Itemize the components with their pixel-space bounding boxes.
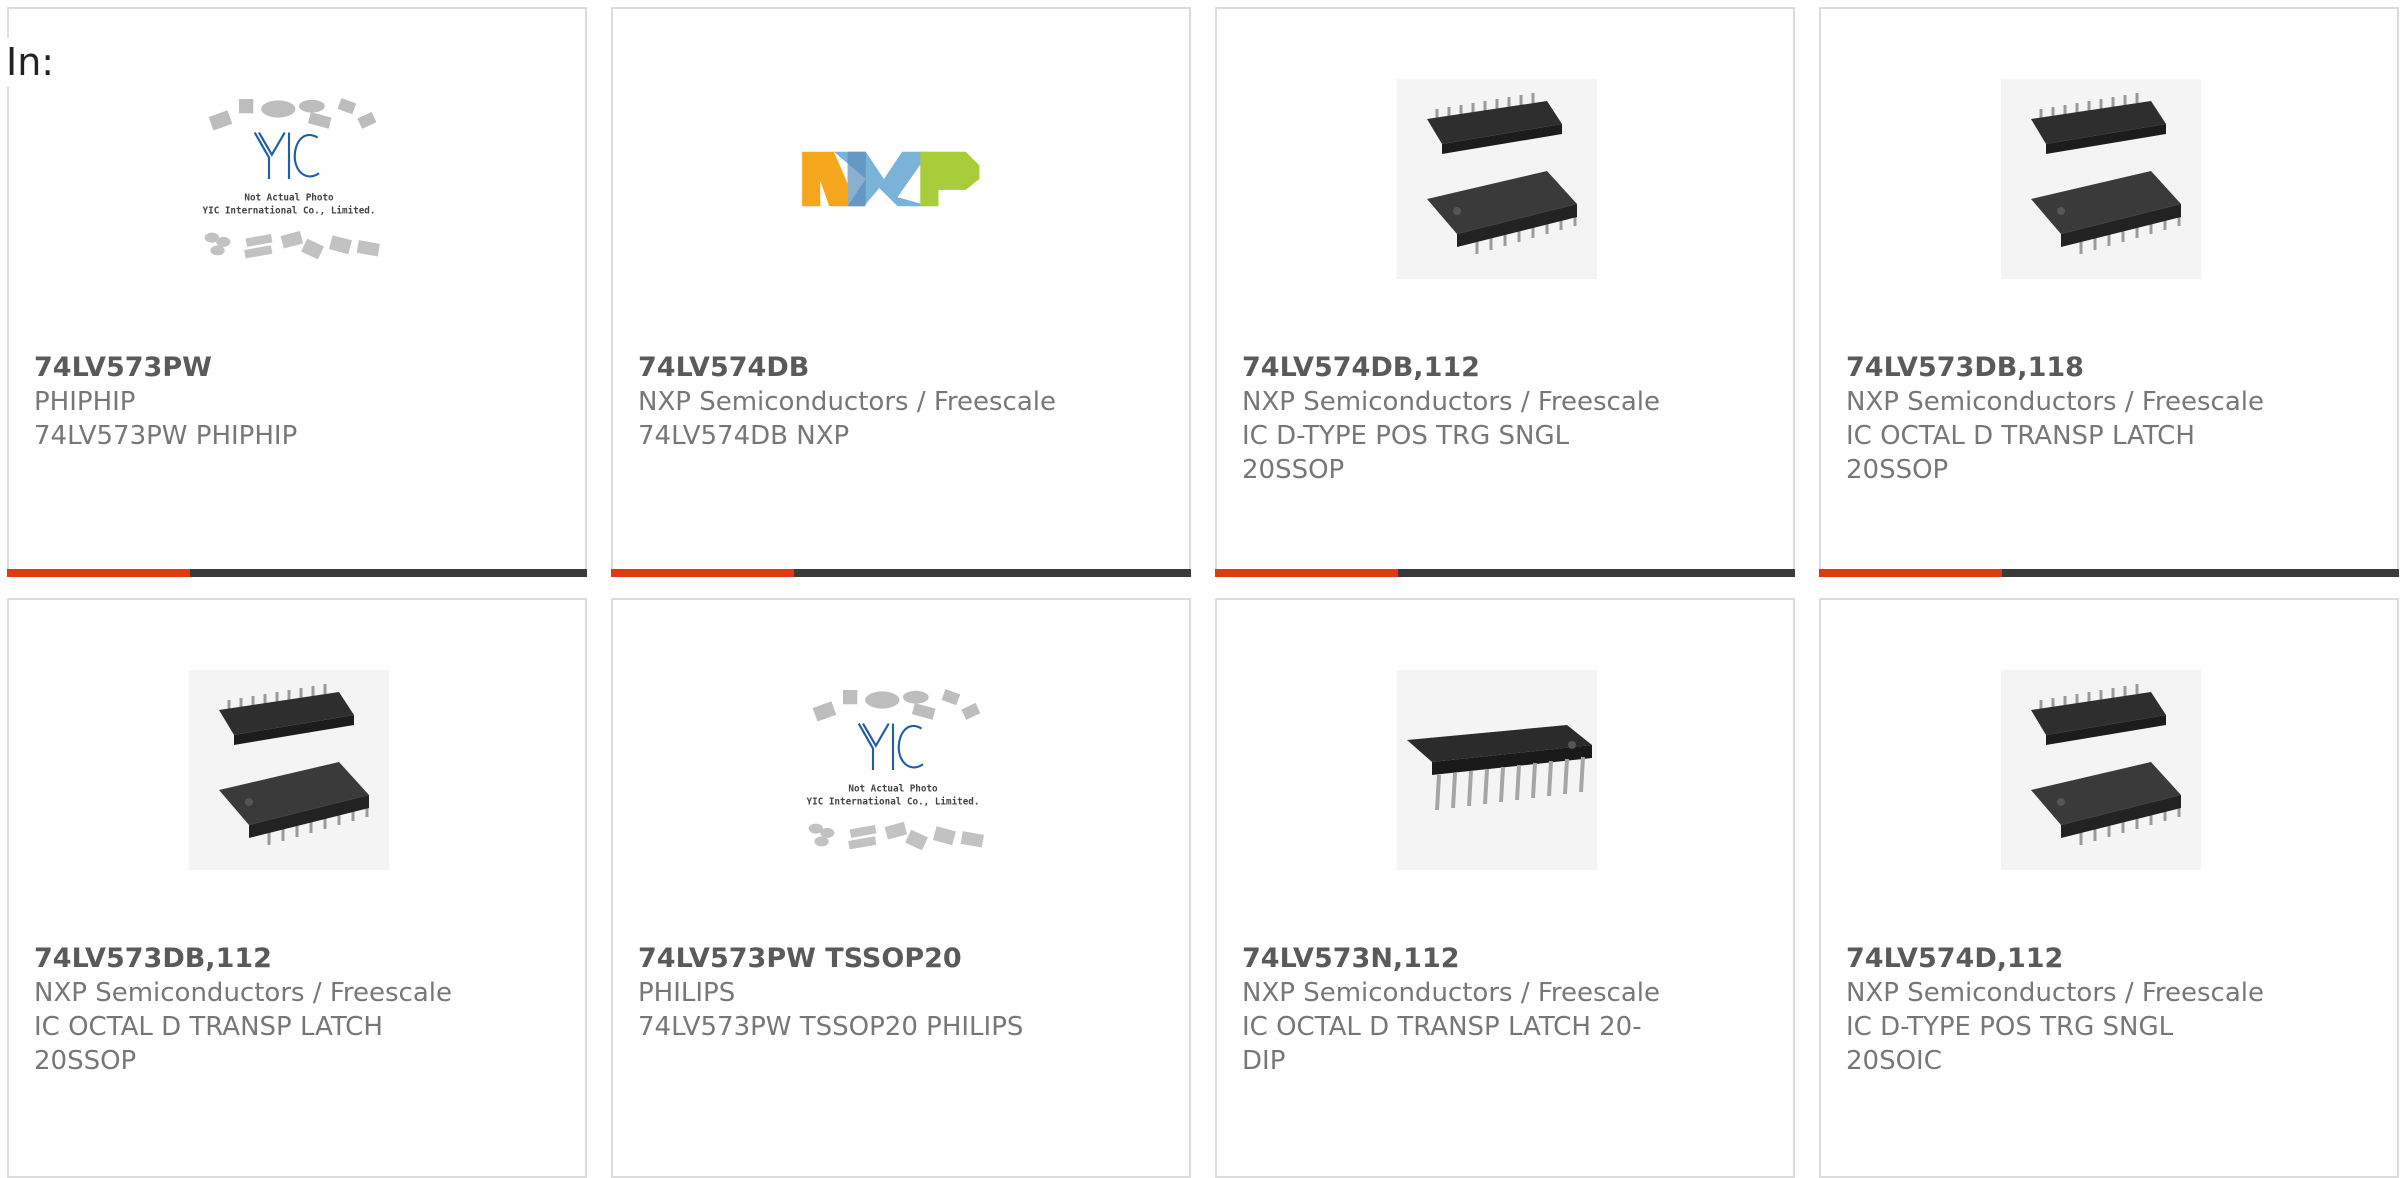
description: IC OCTAL D TRANSP LATCH 20-DIP xyxy=(1242,1012,1642,1076)
part-number[interactable]: 74LV574D,112 xyxy=(1846,942,2377,976)
product-card[interactable]: 74LV574DB NXP Semiconductors / Freescale… xyxy=(611,7,1191,577)
dip-chip-icon xyxy=(1407,725,1592,811)
filter-label: In: xyxy=(6,38,61,86)
ssop-chip-icon xyxy=(2031,93,2181,254)
placeholder-line1: Not Actual Photo xyxy=(848,783,938,794)
card-bottom-bar xyxy=(611,569,1191,577)
description: 74LV573PW TSSOP20 PHILIPS xyxy=(638,1012,1024,1042)
product-card[interactable]: 74LV573DB,112 NXP Semiconductors / Frees… xyxy=(7,598,587,1178)
product-card[interactable]: 74LV573N,112 NXP Semiconductors / Freesc… xyxy=(1215,598,1795,1178)
manufacturer: NXP Semiconductors / Freescale xyxy=(34,978,453,1008)
product-image xyxy=(793,79,993,279)
card-bottom-bar xyxy=(1819,569,2399,577)
ssop-chip-icon xyxy=(219,684,369,845)
description: IC OCTAL D TRANSP LATCH 20SSOP xyxy=(1846,421,2195,485)
product-card[interactable]: 74LV574DB,112 NXP Semiconductors / Frees… xyxy=(1215,7,1795,577)
product-image xyxy=(1397,79,1597,279)
ssop-chip-icon xyxy=(2031,684,2181,845)
product-image xyxy=(2001,79,2201,279)
product-card[interactable]: 74LV573DB,118 NXP Semiconductors / Frees… xyxy=(1819,7,2399,577)
manufacturer: NXP Semiconductors / Freescale xyxy=(1846,387,2265,417)
ssop-chip-icon xyxy=(1427,93,1577,254)
part-number[interactable]: 74LV573DB,112 xyxy=(34,942,565,976)
manufacturer: NXP Semiconductors / Freescale xyxy=(1242,387,1661,417)
part-number[interactable]: 74LV573DB,118 xyxy=(1846,351,2377,385)
manufacturer: PHILIPS xyxy=(638,978,736,1008)
manufacturer: PHIPHIP xyxy=(34,387,136,417)
product-card[interactable]: Not Actual Photo YIC International Co., … xyxy=(611,598,1191,1178)
product-card[interactable]: 74LV574D,112 NXP Semiconductors / Freesc… xyxy=(1819,598,2399,1178)
placeholder-line2: YIC International Co., Limited. xyxy=(807,796,980,807)
nxp-logo-icon xyxy=(802,151,980,207)
placeholder-line2: YIC International Co., Limited. xyxy=(203,205,376,216)
description: IC OCTAL D TRANSP LATCH 20SSOP xyxy=(34,1012,383,1076)
yic-placeholder-icon: Not Actual Photo YIC International Co., … xyxy=(807,689,984,851)
product-image xyxy=(1397,670,1597,870)
product-image: Not Actual Photo YIC International Co., … xyxy=(793,670,993,870)
part-number[interactable]: 74LV574DB xyxy=(638,351,1169,385)
card-bottom-bar xyxy=(1215,569,1795,577)
yic-placeholder-icon: Not Actual Photo YIC International Co., … xyxy=(203,98,380,260)
placeholder-line1: Not Actual Photo xyxy=(244,192,334,203)
description: IC D-TYPE POS TRG SNGL 20SOIC xyxy=(1846,1012,2174,1076)
manufacturer: NXP Semiconductors / Freescale xyxy=(638,387,1057,417)
product-image xyxy=(189,670,389,870)
description: 74LV573PW PHIPHIP xyxy=(34,421,298,451)
description: 74LV574DB NXP xyxy=(638,421,850,451)
product-image xyxy=(2001,670,2201,870)
description: IC D-TYPE POS TRG SNGL 20SSOP xyxy=(1242,421,1570,485)
card-bottom-bar xyxy=(7,569,587,577)
part-number[interactable]: 74LV573PW TSSOP20 xyxy=(638,942,1169,976)
product-image: Not Actual Photo YIC International Co., … xyxy=(189,79,389,279)
manufacturer: NXP Semiconductors / Freescale xyxy=(1242,978,1661,1008)
part-number[interactable]: 74LV573PW xyxy=(34,351,565,385)
product-card[interactable]: Not Actual Photo YIC International Co., … xyxy=(7,7,587,577)
part-number[interactable]: 74LV573N,112 xyxy=(1242,942,1773,976)
manufacturer: NXP Semiconductors / Freescale xyxy=(1846,978,2265,1008)
part-number[interactable]: 74LV574DB,112 xyxy=(1242,351,1773,385)
